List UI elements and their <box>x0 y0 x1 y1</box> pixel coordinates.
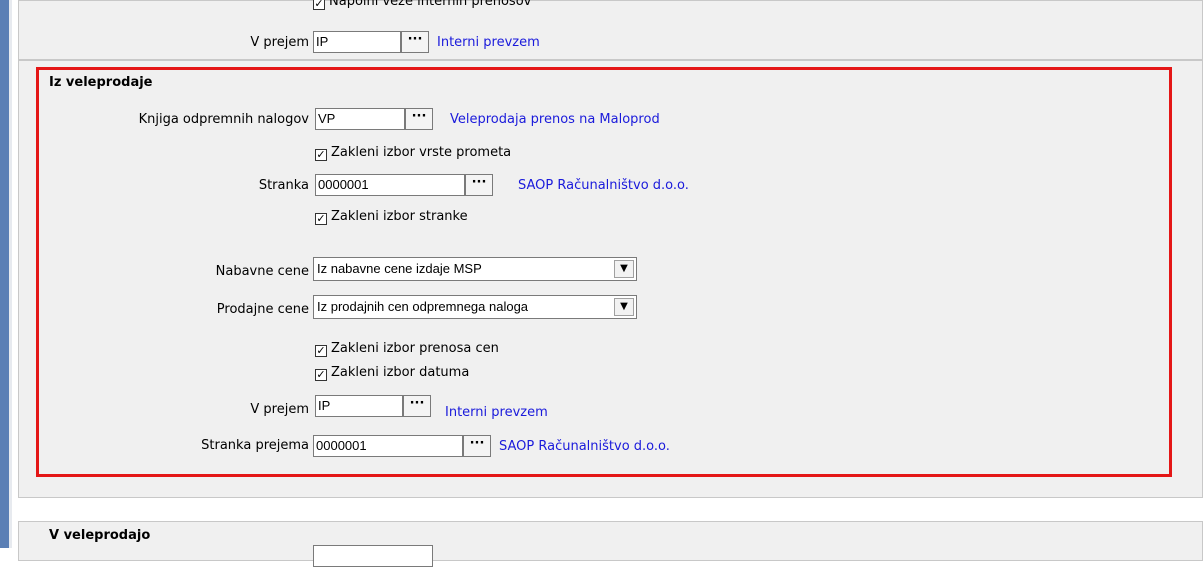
v-prejem-lookup-text-top: Interni prevzem <box>437 35 540 50</box>
window-left-border-edge <box>9 0 12 548</box>
window-left-border <box>0 0 9 548</box>
napolni-veze-checkbox[interactable]: ✓ Napolni veze internih prenosov <box>313 0 531 10</box>
top-panel: ✓ Napolni veze internih prenosov V prejem… <box>18 0 1203 60</box>
checkbox-box[interactable]: ✓ <box>313 0 325 10</box>
v-prejem-input-top[interactable]: IP <box>313 31 401 53</box>
highlight-rectangle <box>36 67 1172 477</box>
v-veleprodajo-panel: V veleprodajo <box>18 521 1203 567</box>
v-prejem-label-top: V prejem <box>250 35 309 50</box>
v-prejem-lookup-button-top[interactable]: ··· <box>401 31 429 53</box>
v-veleprodajo-input-cut[interactable] <box>313 545 433 567</box>
section-title: V veleprodajo <box>49 528 151 543</box>
checkbox-label: Napolni veze internih prenosov <box>329 0 532 9</box>
